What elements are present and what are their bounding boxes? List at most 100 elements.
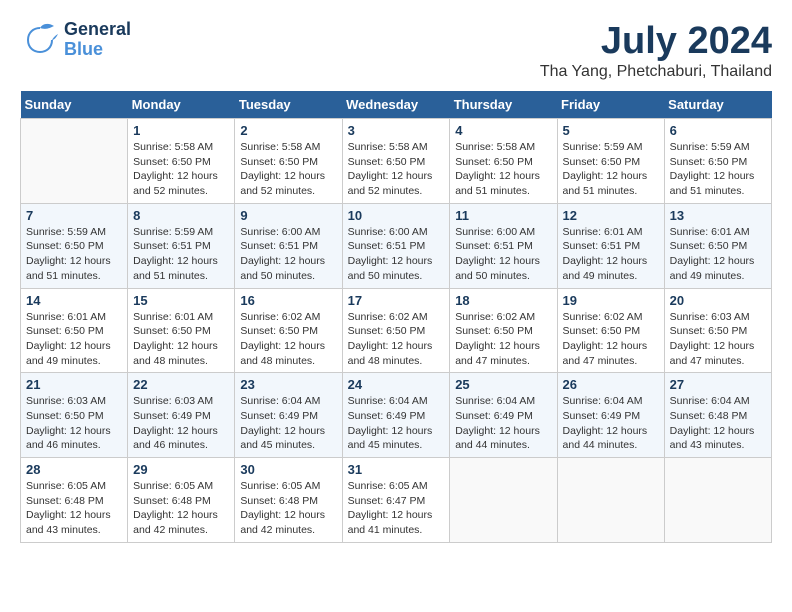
day-info: Sunrise: 6:00 AM Sunset: 6:51 PM Dayligh…: [455, 225, 551, 284]
day-info: Sunrise: 6:01 AM Sunset: 6:51 PM Dayligh…: [563, 225, 659, 284]
title-section: July 2024 Tha Yang, Phetchaburi, Thailan…: [540, 20, 772, 81]
logo-icon: [20, 20, 60, 60]
day-number: 6: [670, 123, 766, 138]
col-tuesday: Tuesday: [235, 91, 342, 119]
day-info: Sunrise: 6:03 AM Sunset: 6:49 PM Dayligh…: [133, 394, 229, 453]
table-row: 8 Sunrise: 5:59 AM Sunset: 6:51 PM Daylig…: [128, 203, 235, 288]
day-number: 23: [240, 377, 336, 392]
day-info: Sunrise: 6:01 AM Sunset: 6:50 PM Dayligh…: [133, 310, 229, 369]
month-year-title: July 2024: [540, 20, 772, 63]
day-number: 30: [240, 462, 336, 477]
logo-general: General: [64, 20, 131, 40]
day-info: Sunrise: 6:02 AM Sunset: 6:50 PM Dayligh…: [240, 310, 336, 369]
day-number: 26: [563, 377, 659, 392]
day-number: 28: [26, 462, 122, 477]
day-info: Sunrise: 5:59 AM Sunset: 6:50 PM Dayligh…: [26, 225, 122, 284]
table-row: 22 Sunrise: 6:03 AM Sunset: 6:49 PM Dayli…: [128, 373, 235, 458]
day-number: 18: [455, 293, 551, 308]
day-number: 15: [133, 293, 229, 308]
day-info: Sunrise: 5:59 AM Sunset: 6:51 PM Dayligh…: [133, 225, 229, 284]
table-row: 14 Sunrise: 6:01 AM Sunset: 6:50 PM Dayli…: [21, 288, 128, 373]
table-row: 11 Sunrise: 6:00 AM Sunset: 6:51 PM Dayli…: [450, 203, 557, 288]
logo-blue: Blue: [64, 40, 131, 60]
table-row: 28 Sunrise: 6:05 AM Sunset: 6:48 PM Dayli…: [21, 458, 128, 543]
table-row: 5Sunrise: 5:59 AM Sunset: 6:50 PM Daylig…: [557, 119, 664, 204]
day-number: 14: [26, 293, 122, 308]
day-info: Sunrise: 6:04 AM Sunset: 6:48 PM Dayligh…: [670, 394, 766, 453]
day-info: Sunrise: 6:01 AM Sunset: 6:50 PM Dayligh…: [670, 225, 766, 284]
table-row: 13 Sunrise: 6:01 AM Sunset: 6:50 PM Dayli…: [664, 203, 771, 288]
day-number: 11: [455, 208, 551, 223]
table-row: 23 Sunrise: 6:04 AM Sunset: 6:49 PM Dayli…: [235, 373, 342, 458]
header-row: Sunday Monday Tuesday Wednesday Thursday…: [21, 91, 772, 119]
day-number: 22: [133, 377, 229, 392]
table-row: 6 Sunrise: 5:59 AM Sunset: 6:50 PM Daylig…: [664, 119, 771, 204]
day-number: 29: [133, 462, 229, 477]
table-row: 16 Sunrise: 6:02 AM Sunset: 6:50 PM Dayli…: [235, 288, 342, 373]
day-number: 4: [455, 123, 551, 138]
day-number: 16: [240, 293, 336, 308]
week-row-5: 28 Sunrise: 6:05 AM Sunset: 6:48 PM Dayli…: [21, 458, 772, 543]
table-row: 31Sunrise: 6:05 AM Sunset: 6:47 PM Dayli…: [342, 458, 450, 543]
day-info: Sunrise: 5:58 AM Sunset: 6:50 PM Dayligh…: [240, 140, 336, 199]
day-info: Sunrise: 5:59 AM Sunset: 6:50 PM Dayligh…: [670, 140, 766, 199]
day-info: Sunrise: 6:05 AM Sunset: 6:48 PM Dayligh…: [26, 479, 122, 538]
day-number: 24: [348, 377, 445, 392]
day-info: Sunrise: 6:04 AM Sunset: 6:49 PM Dayligh…: [240, 394, 336, 453]
day-number: 8: [133, 208, 229, 223]
day-info: Sunrise: 6:02 AM Sunset: 6:50 PM Dayligh…: [563, 310, 659, 369]
logo-text: General Blue: [64, 20, 131, 60]
col-monday: Monday: [128, 91, 235, 119]
table-row: 3 Sunrise: 5:58 AM Sunset: 6:50 PM Daylig…: [342, 119, 450, 204]
week-row-2: 7 Sunrise: 5:59 AM Sunset: 6:50 PM Daylig…: [21, 203, 772, 288]
table-row: 24 Sunrise: 6:04 AM Sunset: 6:49 PM Dayli…: [342, 373, 450, 458]
day-info: Sunrise: 5:58 AM Sunset: 6:50 PM Dayligh…: [455, 140, 551, 199]
table-row: 27 Sunrise: 6:04 AM Sunset: 6:48 PM Dayli…: [664, 373, 771, 458]
day-number: 17: [348, 293, 445, 308]
day-info: Sunrise: 6:00 AM Sunset: 6:51 PM Dayligh…: [240, 225, 336, 284]
day-number: 20: [670, 293, 766, 308]
day-number: 27: [670, 377, 766, 392]
week-row-4: 21 Sunrise: 6:03 AM Sunset: 6:50 PM Dayli…: [21, 373, 772, 458]
day-number: 21: [26, 377, 122, 392]
table-row: [21, 119, 128, 204]
table-row: [664, 458, 771, 543]
table-row: 17Sunrise: 6:02 AM Sunset: 6:50 PM Dayli…: [342, 288, 450, 373]
page-header: General Blue July 2024 Tha Yang, Phetcha…: [20, 20, 772, 81]
table-row: 12Sunrise: 6:01 AM Sunset: 6:51 PM Dayli…: [557, 203, 664, 288]
table-row: 20Sunrise: 6:03 AM Sunset: 6:50 PM Dayli…: [664, 288, 771, 373]
day-info: Sunrise: 5:58 AM Sunset: 6:50 PM Dayligh…: [348, 140, 445, 199]
day-number: 2: [240, 123, 336, 138]
day-number: 9: [240, 208, 336, 223]
table-row: [557, 458, 664, 543]
table-row: 4 Sunrise: 5:58 AM Sunset: 6:50 PM Daylig…: [450, 119, 557, 204]
table-row: 19Sunrise: 6:02 AM Sunset: 6:50 PM Dayli…: [557, 288, 664, 373]
day-info: Sunrise: 5:59 AM Sunset: 6:50 PM Dayligh…: [563, 140, 659, 199]
logo: General Blue: [20, 20, 131, 60]
col-sunday: Sunday: [21, 91, 128, 119]
day-info: Sunrise: 6:01 AM Sunset: 6:50 PM Dayligh…: [26, 310, 122, 369]
day-number: 13: [670, 208, 766, 223]
day-info: Sunrise: 6:05 AM Sunset: 6:48 PM Dayligh…: [133, 479, 229, 538]
day-info: Sunrise: 6:03 AM Sunset: 6:50 PM Dayligh…: [26, 394, 122, 453]
table-row: 29 Sunrise: 6:05 AM Sunset: 6:48 PM Dayli…: [128, 458, 235, 543]
week-row-3: 14 Sunrise: 6:01 AM Sunset: 6:50 PM Dayli…: [21, 288, 772, 373]
col-wednesday: Wednesday: [342, 91, 450, 119]
day-info: Sunrise: 5:58 AM Sunset: 6:50 PM Dayligh…: [133, 140, 229, 199]
day-info: Sunrise: 6:00 AM Sunset: 6:51 PM Dayligh…: [348, 225, 445, 284]
day-info: Sunrise: 6:05 AM Sunset: 6:48 PM Dayligh…: [240, 479, 336, 538]
table-row: 7 Sunrise: 5:59 AM Sunset: 6:50 PM Daylig…: [21, 203, 128, 288]
table-row: 2 Sunrise: 5:58 AM Sunset: 6:50 PM Daylig…: [235, 119, 342, 204]
day-info: Sunrise: 6:04 AM Sunset: 6:49 PM Dayligh…: [455, 394, 551, 453]
table-row: 10 Sunrise: 6:00 AM Sunset: 6:51 PM Dayli…: [342, 203, 450, 288]
day-number: 3: [348, 123, 445, 138]
location-subtitle: Tha Yang, Phetchaburi, Thailand: [540, 63, 772, 81]
col-thursday: Thursday: [450, 91, 557, 119]
day-number: 7: [26, 208, 122, 223]
table-row: 30 Sunrise: 6:05 AM Sunset: 6:48 PM Dayli…: [235, 458, 342, 543]
day-info: Sunrise: 6:04 AM Sunset: 6:49 PM Dayligh…: [348, 394, 445, 453]
day-info: Sunrise: 6:02 AM Sunset: 6:50 PM Dayligh…: [455, 310, 551, 369]
table-row: 18 Sunrise: 6:02 AM Sunset: 6:50 PM Dayli…: [450, 288, 557, 373]
day-number: 10: [348, 208, 445, 223]
day-info: Sunrise: 6:05 AM Sunset: 6:47 PM Dayligh…: [348, 479, 445, 538]
